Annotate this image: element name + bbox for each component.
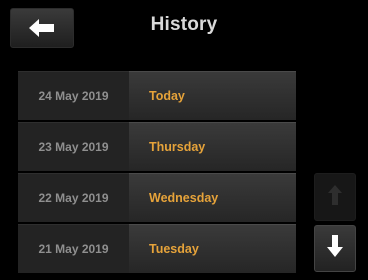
row-date: 23 May 2019 [18, 122, 129, 171]
page-title: History [150, 14, 218, 35]
history-list: 24 May 2019 Today 23 May 2019 Thursday 2… [18, 71, 296, 275]
history-row-3[interactable]: 22 May 2019 Wednesday [18, 173, 296, 222]
row-day[interactable]: Wednesday [129, 173, 296, 222]
scroll-up-button[interactable] [314, 173, 356, 221]
arrow-down-icon [327, 235, 343, 262]
row-day[interactable]: Tuesday [129, 224, 296, 273]
history-row-2[interactable]: 23 May 2019 Thursday [18, 122, 296, 171]
history-row-4[interactable]: 21 May 2019 Tuesday [18, 224, 296, 273]
history-screen: History 24 May 2019 Today 23 May 2019 Th… [0, 0, 368, 280]
row-date: 22 May 2019 [18, 173, 129, 222]
row-date: 24 May 2019 [18, 71, 129, 120]
arrow-up-icon [328, 184, 342, 210]
row-day[interactable]: Thursday [129, 122, 296, 171]
history-row-1[interactable]: 24 May 2019 Today [18, 71, 296, 120]
row-day[interactable]: Today [129, 71, 296, 120]
scroll-down-button[interactable] [314, 225, 356, 272]
row-date: 21 May 2019 [18, 224, 129, 273]
